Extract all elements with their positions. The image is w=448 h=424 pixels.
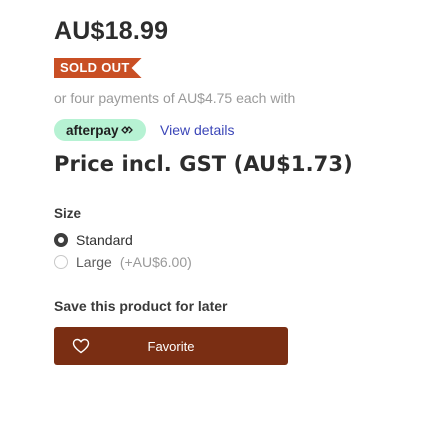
sold-out-text: SOLD OUT <box>60 60 130 75</box>
heart-icon <box>72 338 90 354</box>
radio-unchecked-icon[interactable] <box>54 255 68 269</box>
size-option-label: Large <box>76 254 112 270</box>
favorite-button[interactable]: Favorite <box>54 327 288 365</box>
afterpay-view-details-link[interactable]: View details <box>160 122 234 138</box>
size-option-label: Standard <box>76 232 133 248</box>
product-price: AU$18.99 <box>54 17 169 45</box>
size-option-standard[interactable]: Standard <box>54 229 394 251</box>
size-option-price-extra: (+AU$6.00) <box>119 254 192 270</box>
price-incl-gst: Price incl. GST (AU$1.73) <box>54 152 353 176</box>
sold-out-badge: SOLD OUT <box>54 58 142 78</box>
size-label: Size <box>54 206 82 221</box>
product-purchase-panel: AU$18.99 SOLD OUT or four payments of AU… <box>0 0 448 424</box>
favorite-button-label: Favorite <box>147 338 195 354</box>
installments-text: or four payments of AU$4.75 each with <box>54 90 296 106</box>
size-options: Standard Large (+AU$6.00) <box>54 229 394 273</box>
afterpay-logo: afterpay <box>54 119 146 141</box>
afterpay-arrows-icon <box>120 126 133 134</box>
afterpay-row: afterpay View details <box>54 119 394 141</box>
afterpay-logo-text: afterpay <box>66 122 119 138</box>
radio-checked-icon[interactable] <box>54 233 68 247</box>
save-for-later-label: Save this product for later <box>54 298 228 314</box>
size-option-large[interactable]: Large (+AU$6.00) <box>54 251 394 273</box>
